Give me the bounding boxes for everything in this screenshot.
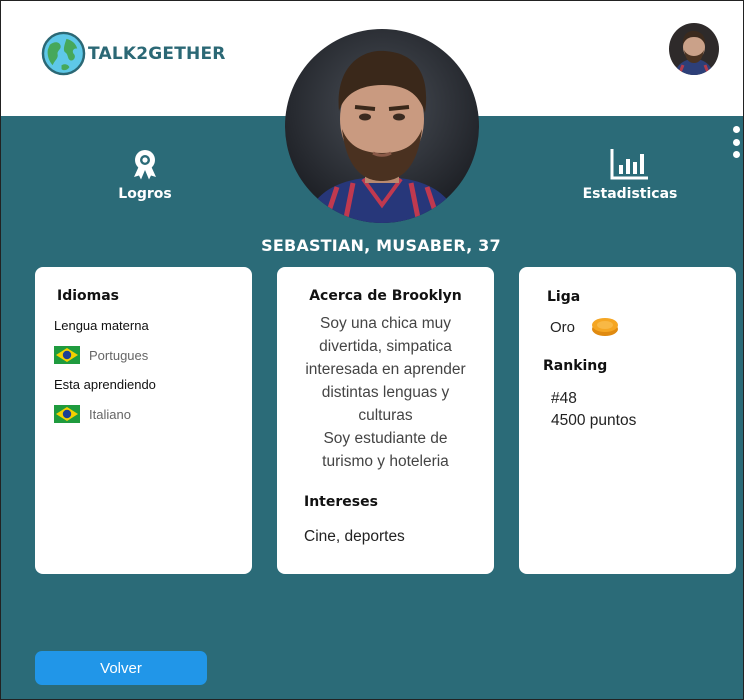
- about-text: Soy una chica muy divertida, simpatica i…: [277, 312, 494, 473]
- about-line: divertida, simpatica: [319, 338, 452, 355]
- brazil-flag-icon: [54, 346, 80, 364]
- profile-photo-image: [285, 29, 479, 223]
- achievements-button[interactable]: Logros: [113, 148, 177, 202]
- about-line: distintas lenguas y: [321, 384, 450, 401]
- achievements-label: Logros: [118, 186, 172, 202]
- app-window: TALK2GETHER Logros Estadisticas SEBASTIA…: [0, 0, 744, 700]
- rank-points: 4500 puntos: [551, 412, 637, 429]
- dot: [732, 138, 740, 146]
- gold-coin-icon: [592, 318, 619, 336]
- back-button[interactable]: Volver: [35, 651, 207, 685]
- learning-language-heading: Esta aprendiendo: [54, 377, 156, 392]
- about-line: Soy estudiante de: [323, 430, 448, 447]
- user-avatar[interactable]: [669, 23, 719, 75]
- brazil-flag-icon: [54, 405, 80, 423]
- rank-position: #48: [551, 390, 577, 407]
- avatar-photo: [669, 23, 719, 75]
- brand-logo[interactable]: TALK2GETHER: [41, 31, 226, 76]
- profile-photo: [285, 29, 479, 223]
- native-language-value: Portugues: [89, 347, 149, 363]
- statistics-label: Estadisticas: [582, 186, 678, 202]
- about-title: Acerca de Brooklyn: [309, 288, 462, 304]
- learning-language-value: Italiano: [89, 406, 131, 422]
- dot: [732, 151, 740, 158]
- about-line: turismo y hoteleria: [322, 453, 449, 470]
- statistics-button[interactable]: Estadisticas: [576, 148, 684, 202]
- ranking-title: Ranking: [543, 358, 608, 374]
- about-card: Acerca de Brooklyn Soy una chica muy div…: [277, 267, 494, 574]
- languages-card: Idiomas Lengua materna Portugues Esta ap…: [35, 267, 252, 574]
- ranking-details: #48 4500 puntos: [551, 388, 636, 432]
- languages-title: Idiomas: [57, 288, 120, 304]
- league-row: Oro: [550, 316, 620, 338]
- league-title: Liga: [547, 289, 581, 305]
- native-language-row: Portugues: [54, 346, 148, 364]
- bar-chart-icon: [610, 149, 648, 180]
- dot: [732, 126, 740, 133]
- about-line: Soy una chica muy: [320, 315, 451, 332]
- brand-name: TALK2GETHER: [88, 43, 226, 64]
- award-ribbon-icon: [134, 150, 156, 180]
- learning-language-row: Italiano: [54, 405, 131, 423]
- native-language-heading: Lengua materna: [54, 318, 149, 333]
- league-value: Oro: [550, 318, 576, 336]
- more-options-icon[interactable]: [730, 126, 742, 158]
- about-line: culturas: [358, 407, 413, 424]
- interests-value: Cine, deportes: [304, 528, 405, 545]
- about-line: interesada en aprender: [305, 361, 466, 378]
- league-card: Liga Oro Ranking #48 4500 puntos: [519, 267, 736, 574]
- interests-title: Intereses: [304, 494, 378, 510]
- globe-icon: [41, 31, 86, 76]
- profile-name: SEBASTIAN, MUSABER, 37: [261, 236, 501, 255]
